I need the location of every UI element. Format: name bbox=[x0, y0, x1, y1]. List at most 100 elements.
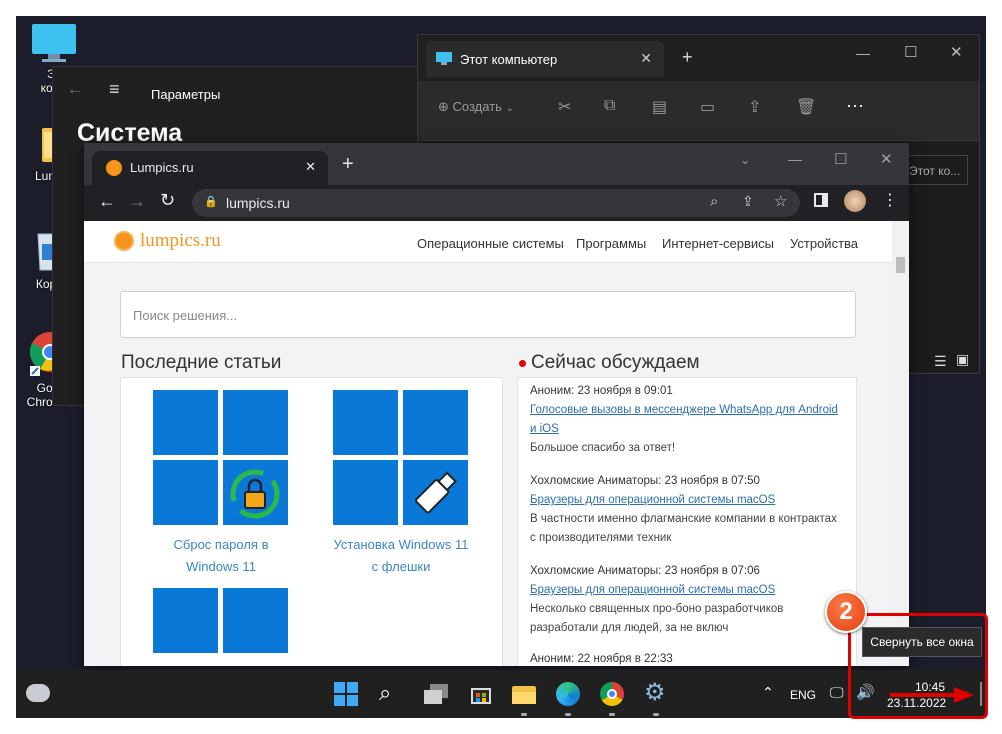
windows-tile-icon bbox=[223, 460, 288, 525]
close-tab-icon[interactable]: ✕ bbox=[305, 159, 316, 175]
tab-search-icon[interactable]: ⌄ bbox=[740, 153, 750, 167]
comment-article-link[interactable]: и iOS bbox=[530, 420, 846, 439]
browser-tabstrip: Lumpics.ru ✕ + ⌄ — ☐ ✕ bbox=[84, 143, 909, 185]
site-logo[interactable]: lumpics.ru bbox=[140, 230, 221, 252]
close-icon[interactable]: ✕ bbox=[880, 150, 893, 168]
article-title-line: Windows 11 bbox=[186, 559, 256, 574]
new-tab-icon[interactable]: + bbox=[342, 153, 354, 176]
show-hidden-icons-chevron-icon[interactable]: ⌃ bbox=[762, 684, 774, 701]
back-icon[interactable]: ← bbox=[98, 191, 116, 212]
running-indicator bbox=[653, 713, 659, 716]
maximize-icon[interactable]: ☐ bbox=[904, 43, 917, 61]
search-input[interactable]: Поиск решения... bbox=[120, 291, 856, 338]
address-bar[interactable]: 🔒 lumpics.ru ⌕ ⇪ ☆ bbox=[192, 189, 800, 217]
settings-title: Параметры bbox=[151, 87, 221, 102]
comment-author: Хохломские Аниматоры: 23 ноября в 07:06 bbox=[530, 565, 760, 577]
cut-icon[interactable]: ✂ bbox=[558, 97, 571, 117]
settings-gear-icon[interactable]: ⚙ bbox=[644, 681, 668, 706]
comment-article-link[interactable]: Браузеры для операционной системы macOS bbox=[530, 581, 846, 600]
close-icon[interactable]: ✕ bbox=[950, 43, 963, 61]
show-desktop-tooltip: Свернуть все окна bbox=[862, 627, 982, 657]
browser-tab-title: Lumpics.ru bbox=[130, 160, 194, 175]
nav-link-os[interactable]: Операционные системы bbox=[417, 236, 564, 251]
comment-article-link[interactable]: Браузеры для операционной системы macOS bbox=[530, 491, 846, 510]
avatar[interactable] bbox=[844, 190, 866, 212]
comment-author: Хохломские Аниматоры: 23 ноября в 07:50 bbox=[530, 475, 760, 487]
sidebar-icon[interactable] bbox=[814, 193, 828, 207]
minimize-icon[interactable]: — bbox=[788, 151, 802, 167]
nav-link-programs[interactable]: Программы bbox=[576, 236, 646, 251]
forward-icon[interactable]: → bbox=[128, 191, 146, 212]
more-icon[interactable]: ··· bbox=[846, 95, 864, 116]
create-button[interactable]: ⊕ Создать ⌄ bbox=[438, 99, 514, 115]
nav-link-devices[interactable]: Устройства bbox=[790, 236, 858, 251]
paste-icon[interactable]: ▤ bbox=[652, 97, 667, 117]
comment-text: В частности именно флагманские компании … bbox=[530, 513, 837, 525]
article-card[interactable]: Установка Windows 11 с флешки bbox=[333, 390, 469, 574]
comment-article-link[interactable]: Голосовые вызовы в мессенджере WhatsApp … bbox=[530, 401, 846, 420]
comment-author: Аноним: 23 ноября в 09:01 bbox=[530, 385, 673, 397]
search-icon[interactable]: ⌕ bbox=[379, 682, 403, 706]
windows-tile-icon bbox=[153, 390, 218, 455]
new-tab-icon[interactable]: + bbox=[682, 47, 693, 68]
step-badge: 2 bbox=[825, 591, 867, 633]
discuss-heading: Сейчас обсуждаем bbox=[531, 352, 700, 373]
chrome-icon[interactable] bbox=[600, 682, 624, 706]
network-icon[interactable]: 🖵 bbox=[830, 684, 844, 701]
close-tab-icon[interactable]: ✕ bbox=[640, 50, 652, 67]
delete-icon[interactable]: 🗑 bbox=[796, 97, 816, 117]
comment-text: разработали для людей, за не включ bbox=[530, 622, 729, 634]
language-indicator[interactable]: ENG bbox=[790, 688, 816, 702]
red-dot-icon bbox=[519, 360, 526, 367]
padlock-reset-icon bbox=[230, 469, 280, 519]
url-text: lumpics.ru bbox=[226, 195, 290, 211]
minimize-icon[interactable]: — bbox=[856, 45, 870, 61]
page-content: lumpics.ru Операционные системы Программ… bbox=[84, 221, 909, 666]
maximize-icon[interactable]: ☐ bbox=[834, 150, 847, 168]
back-arrow-icon[interactable]: ← bbox=[67, 81, 83, 99]
tiles-view-icon[interactable]: ▣ bbox=[956, 351, 969, 368]
bookmark-star-icon[interactable]: ☆ bbox=[774, 192, 787, 210]
explorer-tab[interactable]: Этот компьютер ✕ bbox=[426, 41, 664, 77]
windows-tile-icon bbox=[333, 460, 398, 525]
latest-heading: Последние статьи bbox=[121, 352, 282, 373]
nav-link-internet[interactable]: Интернет-сервисы bbox=[662, 236, 774, 251]
share-icon[interactable]: ⇪ bbox=[742, 193, 754, 210]
weather-cloud-icon[interactable] bbox=[26, 684, 50, 702]
article-title-line: Сброс пароля в bbox=[173, 537, 269, 552]
file-explorer-icon[interactable] bbox=[512, 682, 536, 706]
details-view-icon[interactable]: ☰ bbox=[934, 353, 947, 370]
store-icon[interactable] bbox=[469, 682, 493, 706]
reload-icon[interactable]: ↻ bbox=[160, 190, 175, 211]
edge-icon[interactable] bbox=[556, 682, 580, 706]
running-indicator bbox=[521, 713, 527, 716]
windows-tile-icon bbox=[403, 390, 468, 455]
running-indicator bbox=[565, 713, 571, 716]
browser-tab[interactable]: Lumpics.ru ✕ bbox=[92, 151, 328, 185]
explorer-tab-title: Этот компьютер bbox=[460, 52, 558, 67]
copy-icon[interactable]: ⧉ bbox=[604, 97, 615, 115]
windows-tile-icon bbox=[223, 588, 288, 653]
comment-item: Хохломские Аниматоры: 23 ноября в 07:50 … bbox=[530, 472, 846, 548]
menu-dots-icon[interactable]: ⋮ bbox=[882, 190, 898, 210]
task-view-icon[interactable] bbox=[424, 682, 448, 706]
lumpics-favicon-icon bbox=[106, 160, 122, 176]
browser-window[interactable]: Lumpics.ru ✕ + ⌄ — ☐ ✕ ← → ↻ 🔒 lumpics.r… bbox=[84, 143, 909, 666]
article-title[interactable]: Сброс пароля в Windows 11 bbox=[141, 534, 301, 578]
logo-orange-icon bbox=[114, 231, 134, 251]
lock-icon: 🔒 bbox=[204, 196, 218, 208]
chevron-down-icon: ⌄ bbox=[505, 103, 514, 114]
create-label: Создать bbox=[452, 99, 502, 114]
search-placeholder: Поиск решения... bbox=[133, 308, 238, 323]
scrollbar-thumb[interactable] bbox=[896, 257, 905, 273]
rename-icon[interactable]: ▭ bbox=[700, 97, 715, 117]
zoom-icon[interactable]: ⌕ bbox=[710, 193, 718, 210]
start-windows-icon[interactable] bbox=[334, 682, 358, 706]
menu-icon[interactable]: ≡ bbox=[109, 79, 120, 100]
article-card[interactable] bbox=[153, 588, 289, 666]
article-card[interactable]: Сброс пароля в Windows 11 bbox=[153, 390, 289, 574]
share-icon[interactable]: ⇪ bbox=[748, 97, 761, 117]
windows-tile-icon bbox=[333, 390, 398, 455]
scrollbar[interactable] bbox=[892, 221, 909, 666]
article-title[interactable]: Установка Windows 11 с флешки bbox=[313, 534, 489, 578]
